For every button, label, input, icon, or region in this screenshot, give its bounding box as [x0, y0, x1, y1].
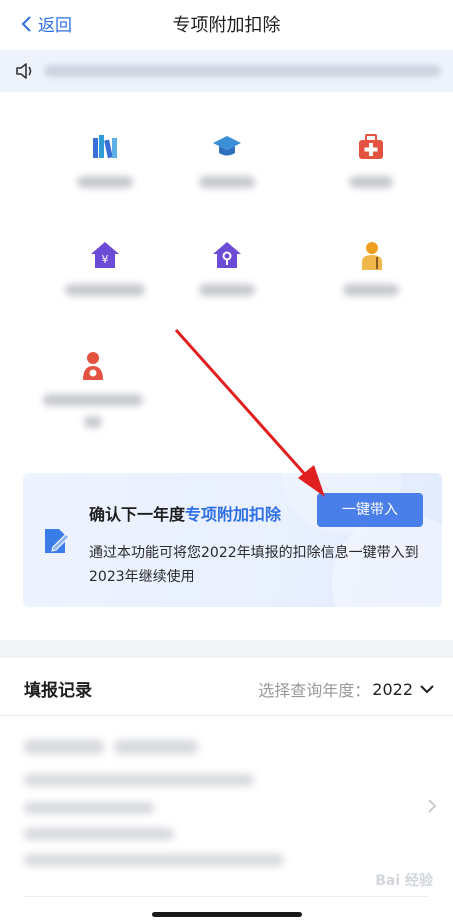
- category-item[interactable]: [296, 120, 446, 220]
- category-item[interactable]: [296, 228, 446, 328]
- watermark: Bai 经验: [375, 873, 433, 889]
- year-selector[interactable]: 选择查询年度： 2022: [258, 677, 435, 701]
- edit-document-icon: [45, 529, 70, 553]
- home-indicator[interactable]: [152, 912, 302, 917]
- house-key-icon: [213, 242, 241, 268]
- category-label-redacted: [43, 394, 143, 406]
- medical-kit-icon: [359, 134, 383, 159]
- category-label-redacted: [349, 176, 393, 188]
- card-description: 通过本功能可将您2022年填报的扣除信息一键带入到2023年继续使用: [89, 545, 419, 585]
- category-label-redacted: [65, 284, 145, 296]
- category-label-redacted: [84, 416, 102, 428]
- category-label-redacted: [77, 176, 133, 188]
- notice-bar[interactable]: [0, 50, 453, 92]
- card-heading: 确认下一年度专项附加扣除: [89, 501, 281, 525]
- chevron-right-icon: [428, 799, 437, 813]
- chevron-down-icon: [420, 685, 434, 694]
- mother-child-icon: [83, 352, 103, 380]
- svg-text:¥: ¥: [102, 253, 109, 266]
- house-yuan-icon: ¥: [91, 242, 119, 268]
- one-click-import-button[interactable]: 一键带入: [317, 493, 423, 527]
- category-item[interactable]: [18, 338, 168, 458]
- year-prompt: 选择查询年度：: [258, 681, 371, 700]
- record-text-redacted: [24, 828, 174, 840]
- record-text-redacted: [114, 740, 198, 754]
- nav-bar: 返回 专项附加扣除: [0, 0, 453, 48]
- record-text-redacted: [24, 802, 154, 814]
- graduation-cap-icon: [213, 136, 241, 156]
- page-title: 专项附加扣除: [172, 15, 281, 36]
- records-title: 填报记录: [24, 681, 92, 701]
- divider: [24, 896, 429, 897]
- notice-text-redacted: [44, 65, 441, 77]
- year-value: 2022: [372, 679, 413, 699]
- records-header: 填报记录 选择查询年度： 2022: [0, 658, 453, 716]
- books-icon: [93, 135, 117, 159]
- record-text-redacted: [24, 774, 254, 786]
- record-text-redacted: [24, 854, 284, 866]
- card-heading-prefix: 确认下一年度: [89, 505, 186, 524]
- speaker-icon: [16, 63, 32, 79]
- category-label-redacted: [343, 284, 399, 296]
- elderly-person-icon: [362, 242, 382, 270]
- category-label-redacted: [199, 176, 255, 188]
- card-heading-highlight: 专项附加扣除: [185, 505, 282, 524]
- category-label-redacted: [199, 284, 255, 296]
- section-gap: [0, 640, 453, 658]
- record-text-redacted: [24, 740, 104, 754]
- category-item[interactable]: [152, 228, 302, 328]
- carry-forward-card: 确认下一年度专项附加扣除 一键带入 通过本功能可将您2022年填报的扣除信息一键…: [23, 473, 442, 607]
- record-item[interactable]: [0, 716, 453, 896]
- category-item[interactable]: [152, 120, 302, 220]
